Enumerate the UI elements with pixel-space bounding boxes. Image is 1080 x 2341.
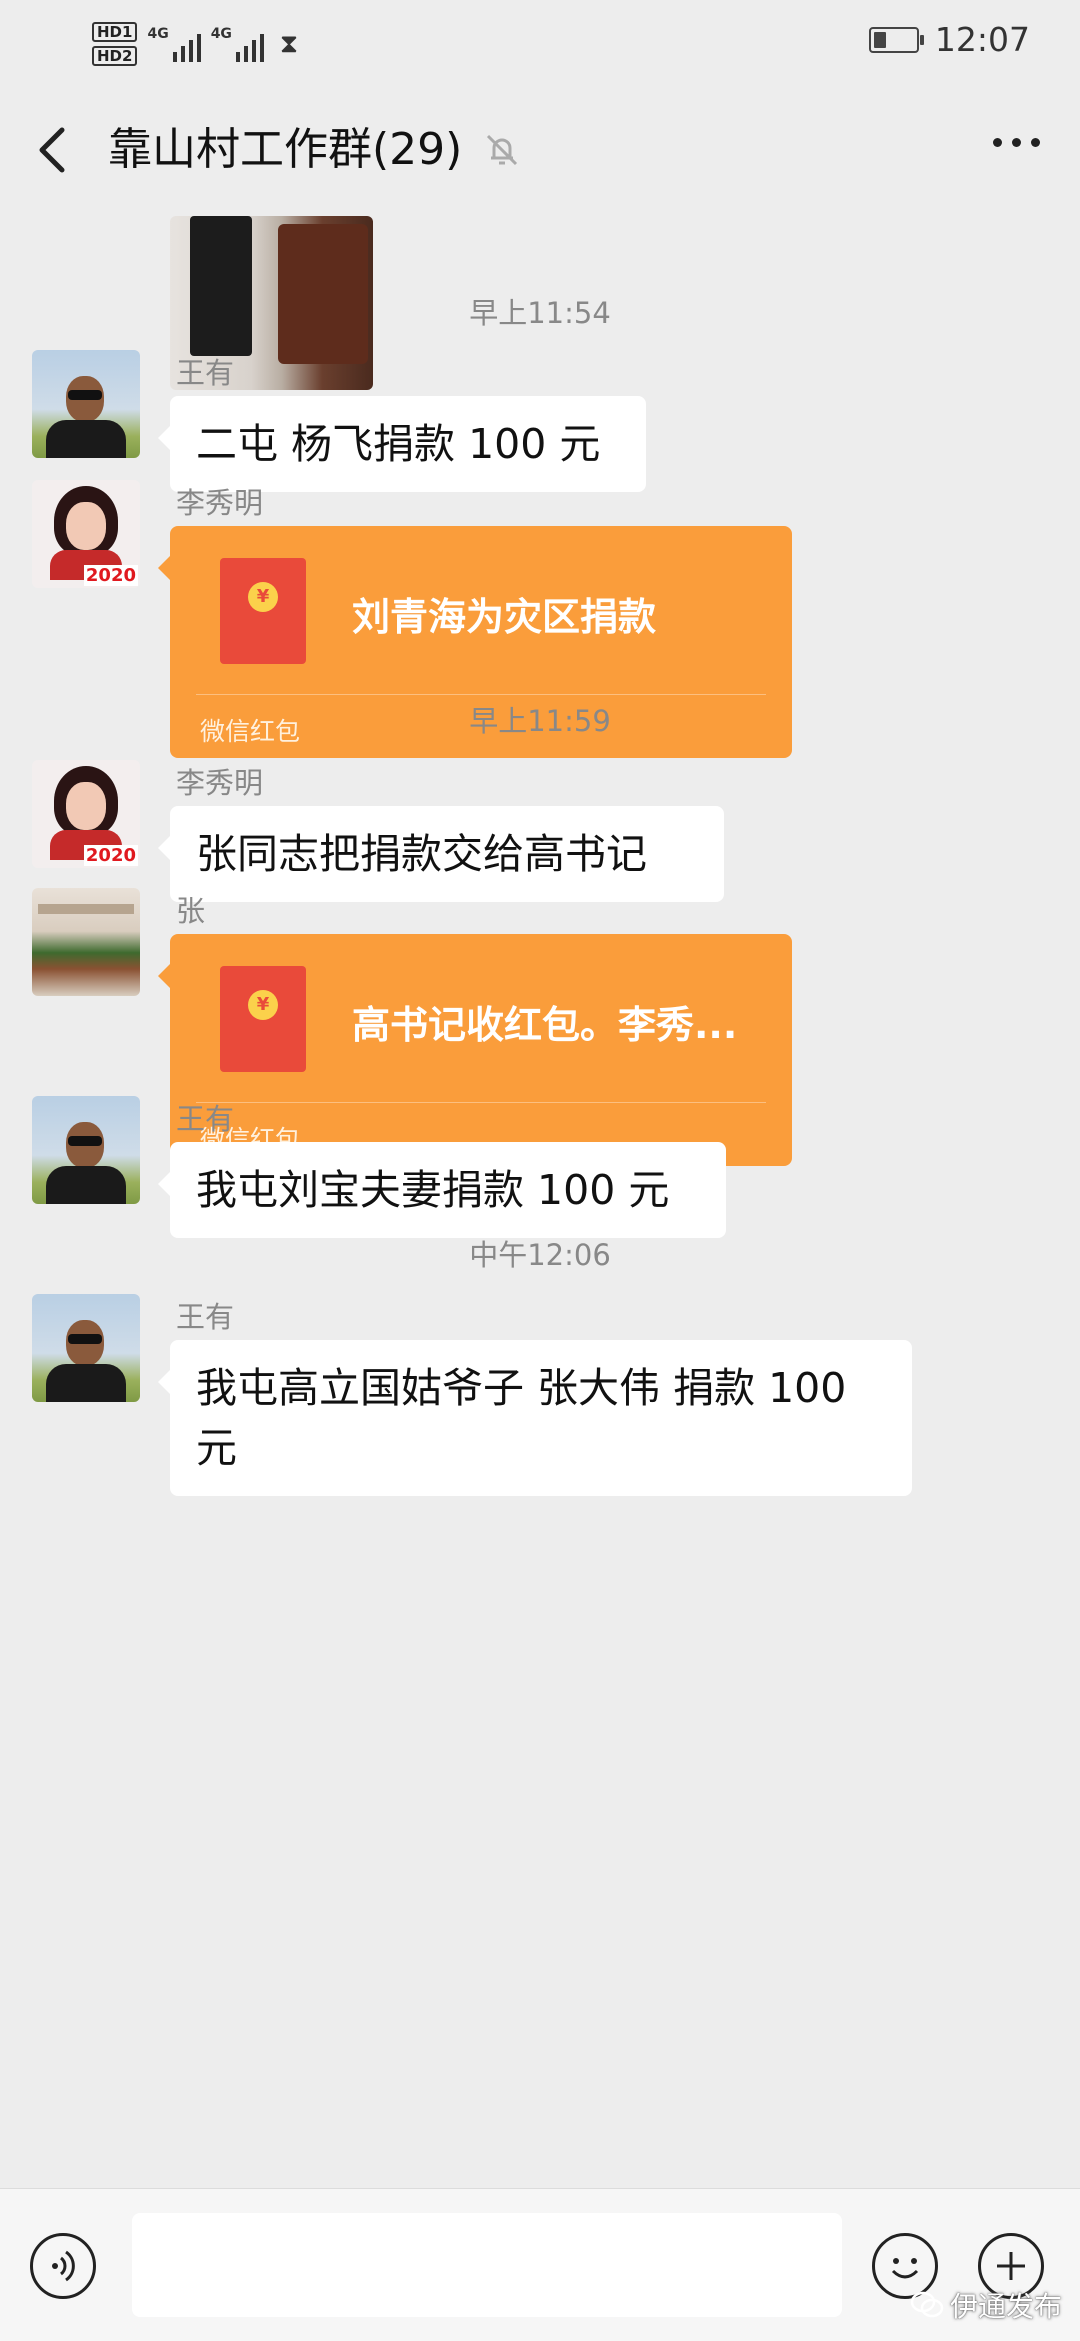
more-options-button[interactable] [993, 138, 1040, 147]
message-input[interactable] [132, 2213, 842, 2317]
status-right: 12:07 [868, 20, 1030, 59]
chevron-left-icon [39, 127, 65, 173]
message-text: 二屯 杨飞捐款 100 元 [196, 420, 601, 468]
back-button[interactable] [30, 122, 80, 178]
voice-icon [52, 2250, 75, 2282]
red-packet-title: 高书记收红包。李秀... [352, 1003, 738, 1047]
chat-title: 靠山村工作群(29) [108, 124, 463, 175]
timestamp: 中午12:06 [469, 1238, 611, 1272]
dot-icon [1012, 138, 1021, 147]
sender-name: 张 [176, 894, 206, 928]
message-text: 我屯刘宝夫妻捐款 100 元 [196, 1166, 670, 1214]
avatar[interactable] [32, 1096, 140, 1204]
text-bubble[interactable]: 张同志把捐款交给高书记 [158, 806, 724, 902]
battery-icon [868, 26, 924, 53]
hourglass-icon: ⧗ [279, 28, 299, 59]
network-1-label: 4G [147, 26, 169, 42]
timestamp: 早上11:54 [469, 296, 611, 330]
sender-name: 王有 [176, 1300, 235, 1334]
message-text: 张同志把捐款交给高书记 [196, 830, 647, 878]
sender-name: 王有 [176, 1102, 235, 1136]
dot-icon [993, 138, 1002, 147]
status-bar: HD1 HD2 4G 4G ⧗ 12:07 [0, 0, 1080, 84]
battery-fill [873, 31, 886, 48]
sim1-badge: HD1 [92, 22, 138, 42]
red-packet-title: 刘青海为灾区捐款 [352, 595, 657, 639]
timestamp: 早上11:59 [469, 704, 611, 738]
red-packet-card[interactable]: ¥ 高书记收红包。李秀... 微信红包 [158, 934, 792, 1166]
sender-name: 李秀明 [176, 766, 264, 800]
status-left: HD1 HD2 4G 4G ⧗ [92, 16, 298, 72]
wechat-logo-icon [910, 2291, 944, 2318]
message-text-line: 元 [196, 1424, 237, 1472]
signal-1-icon: 4G [147, 26, 201, 62]
red-envelope-icon: ¥ [220, 558, 306, 664]
status-time: 12:07 [934, 20, 1030, 59]
message-text-line: 我屯高立国姑爷子 张大伟 捐款 100 [196, 1364, 847, 1412]
red-envelope-icon: ¥ [220, 966, 306, 1072]
dot-icon [1031, 138, 1040, 147]
text-bubble[interactable]: 二屯 杨飞捐款 100 元 [158, 396, 646, 492]
voice-input-button[interactable] [30, 2233, 96, 2299]
watermark-text: 伊通发布 [949, 2290, 1062, 2323]
chat-header: 靠山村工作群(29) [0, 100, 1080, 200]
avatar[interactable] [32, 350, 140, 458]
sim-indicators: HD1 HD2 [92, 22, 138, 66]
signal-2-icon: 4G [211, 26, 264, 62]
avatar-year-text: 2020 [83, 845, 138, 866]
text-bubble[interactable]: 我屯刘宝夫妻捐款 100 元 [158, 1142, 726, 1238]
avatar[interactable]: 2020 [32, 480, 140, 588]
message-list[interactable]: 早上11:54 王有 二屯 杨飞捐款 100 元 2020 李秀明 ¥ 刘青海为… [0, 210, 1080, 2190]
sender-name: 李秀明 [176, 486, 264, 520]
avatar[interactable] [32, 888, 140, 996]
photo-person [190, 216, 252, 356]
watermark: 伊通发布 [910, 2285, 1062, 2325]
avatar-year-text: 2020 [83, 565, 138, 586]
sender-name: 王有 [176, 356, 235, 390]
network-2-label: 4G [210, 26, 232, 42]
text-bubble[interactable]: 我屯高立国姑爷子 张大伟 捐款 100 元 [158, 1340, 912, 1496]
sim2-badge: HD2 [92, 46, 138, 66]
mute-bell-icon [482, 130, 522, 170]
input-bar: 伊通发布 [0, 2188, 1080, 2341]
avatar[interactable]: 2020 [32, 760, 140, 868]
avatar[interactable] [32, 1294, 140, 1402]
